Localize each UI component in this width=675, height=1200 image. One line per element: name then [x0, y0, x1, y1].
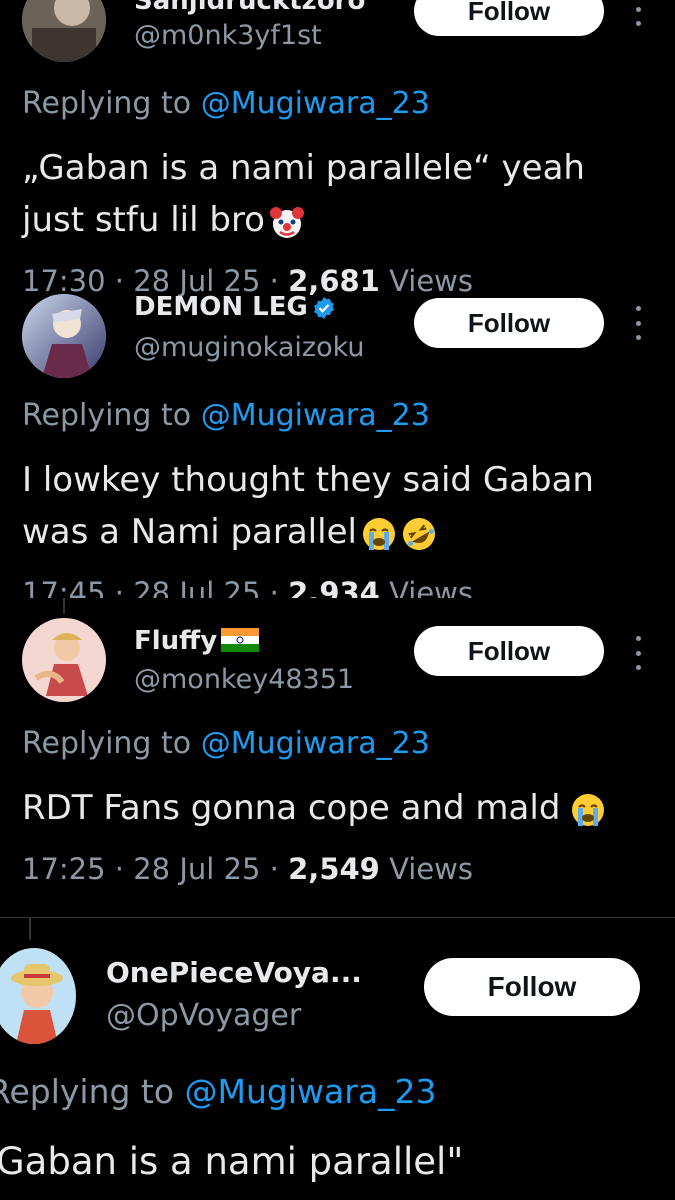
tweet-text-line: Gaban is a nami parallel" [0, 1140, 464, 1183]
user-handle[interactable]: @monkey48351 [134, 664, 354, 695]
display-name[interactable]: Fluffy [134, 626, 260, 656]
tweet-date[interactable]: 28 Jul 25 [133, 852, 260, 886]
clown-face-emoji-icon [269, 204, 305, 240]
mention-link[interactable]: @Mugiwara_23 [185, 1072, 437, 1111]
tweet-text-line: was a Nami parallel [22, 512, 357, 552]
view-count: 2,934 [288, 576, 380, 598]
user-handle[interactable]: @muginokaizoku [134, 332, 365, 363]
display-name[interactable]: DEMON LEG [134, 292, 336, 322]
tweet-text: I lowkey thought they said Gaban was a N… [22, 454, 594, 558]
rolling-on-floor-laughing-icon [401, 516, 437, 552]
tweet-time[interactable]: 17:25 [22, 852, 106, 886]
replying-to: Replying to @Mugiwara_23 [22, 726, 430, 761]
tweet-date[interactable]: 28 Jul 25 [133, 576, 260, 598]
replying-prefix: Replying to [0, 1072, 175, 1111]
tweet-text: „Gaban is a nami parallele“ yeah just st… [22, 142, 585, 246]
tweet-3[interactable]: Fluffy @monkey48351 Follow Replying to @… [0, 614, 675, 916]
mention-link[interactable]: @Mugiwara_23 [201, 86, 430, 121]
tweet-meta: 17:25 · 28 Jul 25 · 2,549 Views [22, 852, 474, 886]
more-options-icon[interactable] [632, 0, 644, 26]
tweet-text-line: just stfu lil bro [22, 200, 265, 240]
tweet-text-line: I lowkey thought they said Gaban [22, 460, 594, 500]
loudly-crying-face-icon [570, 792, 606, 828]
views-label: Views [389, 576, 474, 598]
verified-badge-icon [312, 296, 336, 320]
tweet-text-line: RDT Fans gonna cope and mald [22, 788, 561, 828]
avatar[interactable] [22, 618, 106, 702]
avatar[interactable] [22, 294, 106, 378]
replying-prefix: Replying to [22, 398, 192, 433]
follow-button[interactable]: Follow [424, 958, 640, 1016]
display-name[interactable]: OnePieceVoya... [106, 956, 362, 989]
user-handle[interactable]: @OpVoyager [106, 998, 301, 1033]
tweet-text: RDT Fans gonna cope and mald [22, 782, 606, 834]
tweet-2[interactable]: DEMON LEG @muginokaizoku Follow Replying… [0, 290, 675, 598]
follow-button[interactable]: Follow [414, 0, 604, 36]
more-options-icon[interactable] [632, 636, 644, 670]
replying-prefix: Replying to [22, 86, 192, 121]
tweet-time[interactable]: 17:45 [22, 576, 106, 598]
more-options-icon[interactable] [632, 306, 644, 340]
user-handle[interactable]: @m0nk3yf1st [134, 20, 322, 51]
display-name-text: Fluffy [134, 626, 218, 656]
loudly-crying-face-icon [361, 516, 397, 552]
thread-line [29, 918, 31, 940]
tweet-1[interactable]: Sanjidrucktzoro @m0nk3yf1st Follow Reply… [0, 0, 675, 300]
india-flag-icon [221, 627, 260, 652]
tweet-text: Gaban is a nami parallel" [0, 1136, 463, 1188]
mention-link[interactable]: @Mugiwara_23 [201, 398, 430, 433]
tweet-text-line: „Gaban is a nami parallele“ yeah [22, 148, 585, 188]
avatar[interactable] [0, 948, 76, 1044]
tweet-4[interactable]: OnePieceVoya... @OpVoyager Follow Replyi… [0, 940, 675, 1200]
replying-to: Replying to @Mugiwara_23 [0, 1072, 437, 1111]
replying-prefix: Replying to [22, 726, 192, 761]
display-name[interactable]: Sanjidrucktzoro [134, 0, 365, 16]
mention-link[interactable]: @Mugiwara_23 [201, 726, 430, 761]
replying-to: Replying to @Mugiwara_23 [22, 86, 430, 121]
thread-line [63, 598, 65, 614]
replying-to: Replying to @Mugiwara_23 [22, 398, 430, 433]
follow-button[interactable]: Follow [414, 298, 604, 348]
display-name-text: DEMON LEG [134, 292, 308, 322]
avatar[interactable] [22, 0, 106, 62]
tweet-meta: 17:45 · 28 Jul 25 · 2,934 Views [22, 576, 473, 598]
tweet-divider [0, 917, 675, 918]
view-count: 2,549 [288, 852, 380, 886]
follow-button[interactable]: Follow [414, 626, 604, 676]
views-label: Views [389, 852, 474, 886]
